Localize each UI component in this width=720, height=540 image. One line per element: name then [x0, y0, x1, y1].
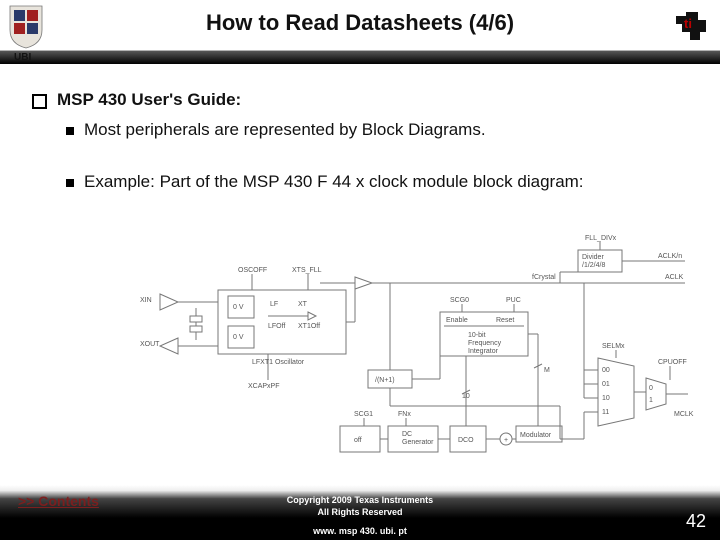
bullet-level1: MSP 430 User's Guide: — [32, 90, 688, 110]
svg-text:XOUT: XOUT — [140, 341, 160, 348]
svg-text:1: 1 — [649, 397, 653, 404]
block-diagram: FLL_DIVx Divider/1/2/4/8 ACLK/n fCrystal… — [140, 230, 700, 470]
svg-text:off: off — [354, 437, 362, 444]
bullet-solid-icon — [66, 127, 74, 135]
slide-header: UBI How to Read Datasheets (4/6) ti — [0, 0, 720, 64]
svg-text:ACLK/n: ACLK/n — [658, 253, 682, 260]
slide-footer: >> Contents Copyright 2009 Texas Instrum… — [0, 485, 720, 540]
bullet-l1-text: MSP 430 User's Guide: — [57, 90, 241, 110]
svg-text:DCO: DCO — [458, 437, 474, 444]
svg-text:OSCOFF: OSCOFF — [238, 267, 267, 274]
footer-url: www. msp 430. ubi. pt — [0, 526, 720, 536]
svg-text:FLL_DIVx: FLL_DIVx — [585, 235, 617, 242]
svg-text:M: M — [544, 367, 550, 374]
slide-title: How to Read Datasheets (4/6) — [0, 10, 720, 36]
svg-text:SELMx: SELMx — [602, 343, 625, 350]
svg-text:0 V: 0 V — [233, 334, 244, 341]
svg-text:11: 11 — [602, 409, 609, 416]
svg-text:+: + — [504, 437, 508, 444]
bullet-level2: Most peripherals are represented by Bloc… — [66, 120, 688, 140]
svg-text:0: 0 — [649, 385, 653, 392]
bullet-hollow-icon — [32, 94, 47, 109]
bullet-l2b-text: Example: Part of the MSP 430 F 44 x cloc… — [84, 172, 584, 192]
svg-text:SCG0: SCG0 — [450, 297, 469, 304]
svg-text:LFXT1 Oscillator: LFXT1 Oscillator — [252, 359, 305, 366]
svg-text:LFOff: LFOff — [268, 323, 285, 330]
svg-text:Enable: Enable — [446, 317, 468, 324]
svg-text:LF: LF — [270, 301, 278, 308]
svg-text:PUC: PUC — [506, 297, 521, 304]
svg-text:XTS_FLL: XTS_FLL — [292, 267, 322, 274]
bullet-l2a-text: Most peripherals are represented by Bloc… — [84, 120, 486, 140]
svg-text:CPUOFF: CPUOFF — [658, 359, 687, 366]
bullet-solid-icon — [66, 179, 74, 187]
slide-body: MSP 430 User's Guide: Most peripherals a… — [0, 64, 720, 192]
svg-text:10: 10 — [602, 395, 610, 402]
svg-text:fCrystal: fCrystal — [532, 274, 556, 281]
org-label: UBI — [14, 52, 31, 63]
svg-text:XT1Off: XT1Off — [298, 323, 320, 330]
page-number: 42 — [686, 511, 706, 532]
svg-text:0 V: 0 V — [233, 304, 244, 311]
svg-text:SCG1: SCG1 — [354, 411, 373, 418]
svg-text:MCLK: MCLK — [674, 411, 694, 418]
svg-text:01: 01 — [602, 381, 610, 388]
svg-text:FNx: FNx — [398, 411, 411, 418]
svg-text:XCAPxPF: XCAPxPF — [248, 383, 280, 390]
svg-text:Modulator: Modulator — [520, 432, 552, 439]
svg-text:/(N+1): /(N+1) — [375, 377, 395, 384]
copyright-text: Copyright 2009 Texas Instruments All Rig… — [0, 495, 720, 518]
ti-logo-icon: ti — [672, 6, 712, 46]
svg-text:Reset: Reset — [496, 317, 514, 324]
svg-text:ti: ti — [684, 16, 692, 31]
svg-text:XIN: XIN — [140, 297, 152, 304]
svg-text:00: 00 — [602, 367, 610, 374]
bullet-level2: Example: Part of the MSP 430 F 44 x cloc… — [66, 172, 688, 192]
svg-text:ACLK: ACLK — [665, 274, 684, 281]
svg-text:Divider/1/2/4/8: Divider/1/2/4/8 — [582, 254, 605, 269]
svg-text:XT: XT — [298, 301, 308, 308]
